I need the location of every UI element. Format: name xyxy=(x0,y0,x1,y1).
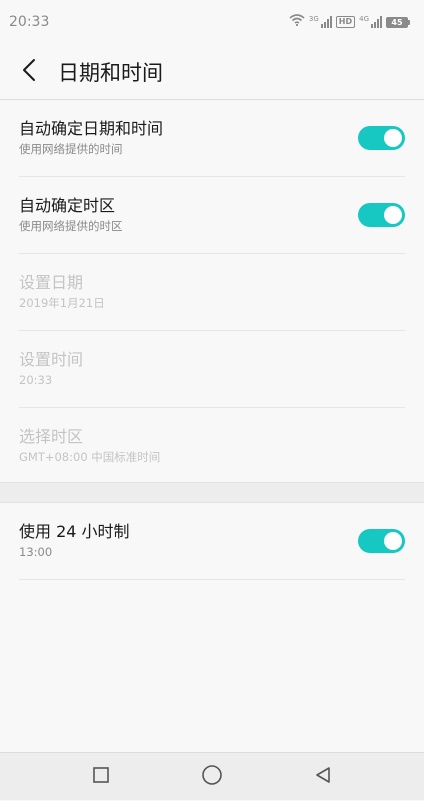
row-title: 自动确定时区 xyxy=(19,196,116,215)
hd-icon: HD xyxy=(335,16,356,28)
set-time-row: 设置时间 20:33 xyxy=(19,331,405,408)
signal-icon: 4G xyxy=(359,16,382,28)
use-24-hour-toggle[interactable] xyxy=(358,529,405,553)
page-title: 日期和时间 xyxy=(58,60,163,85)
app-header: 日期和时间 xyxy=(0,44,424,100)
row-subtitle: 2019年1月21日 xyxy=(19,296,105,310)
recents-button[interactable] xyxy=(46,753,157,801)
sim1-network-tag: 3G xyxy=(308,15,319,23)
select-timezone-row: 选择时区 GMT+08:00 中国标准时间 xyxy=(19,408,405,485)
toggle-knob xyxy=(384,206,402,224)
row-subtitle: GMT+08:00 中国标准时间 xyxy=(19,450,161,464)
row-title: 选择时区 xyxy=(19,427,84,446)
row-title: 设置日期 xyxy=(19,273,84,292)
status-bar: 20:33 3G HD 4G 45 xyxy=(0,0,424,44)
back-nav-button[interactable] xyxy=(268,753,379,801)
row-text: 自动确定时区 使用网络提供的时区 xyxy=(19,195,123,235)
status-time: 20:33 xyxy=(9,14,50,30)
use-24-hour-row[interactable]: 使用 24 小时制 13:00 xyxy=(19,503,405,580)
row-text: 使用 24 小时制 13:00 xyxy=(19,521,130,561)
set-date-row: 设置日期 2019年1月21日 xyxy=(19,254,405,331)
auto-timezone-toggle[interactable] xyxy=(358,203,405,227)
auto-datetime-row[interactable]: 自动确定日期和时间 使用网络提供的时间 xyxy=(19,100,405,177)
auto-timezone-row[interactable]: 自动确定时区 使用网络提供的时区 xyxy=(19,177,405,254)
battery-icon: 45 xyxy=(386,16,410,28)
row-text: 选择时区 GMT+08:00 中国标准时间 xyxy=(19,426,160,466)
row-title: 设置时间 xyxy=(19,350,84,369)
settings-list-format: 使用 24 小时制 13:00 xyxy=(0,503,424,580)
auto-datetime-toggle[interactable] xyxy=(358,126,405,150)
wifi-icon xyxy=(289,14,305,30)
row-subtitle: 20:33 xyxy=(19,373,53,387)
row-title: 自动确定日期和时间 xyxy=(19,119,164,138)
battery-level: 45 xyxy=(386,16,408,28)
circle-icon xyxy=(201,764,223,790)
square-icon xyxy=(92,766,110,788)
chevron-left-icon xyxy=(22,58,36,86)
row-title: 使用 24 小时制 xyxy=(19,522,130,541)
sim2-network-tag: 4G xyxy=(359,15,369,23)
navigation-bar xyxy=(0,752,424,800)
home-button[interactable] xyxy=(157,753,268,801)
row-text: 设置时间 20:33 xyxy=(19,349,83,389)
settings-list-datetime: 自动确定日期和时间 使用网络提供的时间 自动确定时区 使用网络提供的时区 设置日… xyxy=(0,100,424,485)
row-subtitle: 使用网络提供的时间 xyxy=(19,142,123,156)
row-text: 自动确定日期和时间 使用网络提供的时间 xyxy=(19,118,163,158)
section-divider xyxy=(0,482,424,503)
status-icons: 3G HD 4G 45 xyxy=(289,14,410,30)
row-subtitle: 13:00 xyxy=(19,545,53,559)
triangle-back-icon xyxy=(314,766,332,788)
row-text: 设置日期 2019年1月21日 xyxy=(19,272,105,312)
toggle-knob xyxy=(384,532,402,550)
signal-icon: 3G xyxy=(309,16,332,28)
row-subtitle: 使用网络提供的时区 xyxy=(19,219,123,233)
back-button[interactable] xyxy=(0,44,58,100)
toggle-knob xyxy=(384,129,402,147)
